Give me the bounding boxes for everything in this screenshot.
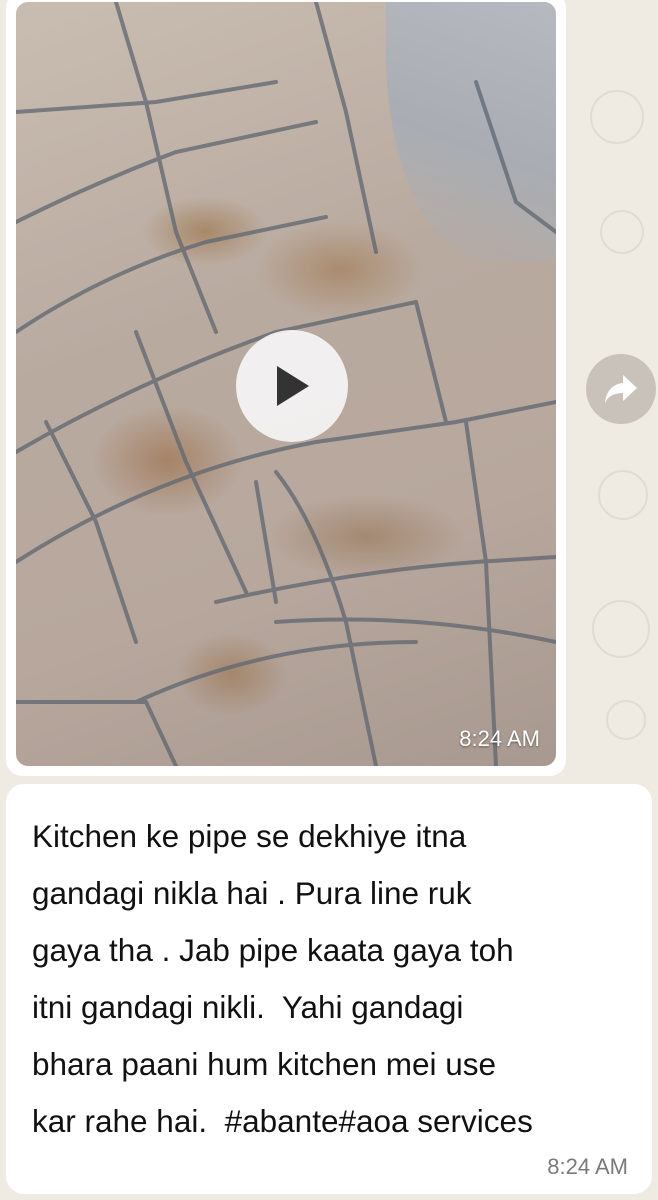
message-line: kar rahe hai. #abante#aoa services [32,1103,533,1139]
forward-button[interactable] [586,354,656,424]
message-line: bhara paani hum kitchen mei use [32,1046,497,1082]
video-message-bubble[interactable]: 8:24 AM [6,0,566,776]
text-message-bubble[interactable]: Kitchen ke pipe se dekhiye itna gandagi … [6,784,652,1194]
play-button[interactable] [236,330,348,442]
wallpaper-doodle [600,210,644,254]
message-line: Kitchen ke pipe se dekhiye itna [32,818,467,854]
play-icon [277,366,309,406]
wallpaper-doodle [598,470,648,520]
video-thumbnail[interactable]: 8:24 AM [16,2,556,766]
message-line: gaya tha . Jab pipe kaata gaya toh [32,932,514,968]
message-line: gandagi nikla hai . Pura line ruk [32,875,472,911]
message-text: Kitchen ke pipe se dekhiye itna gandagi … [32,808,632,1150]
message-line: itni gandagi nikli. Yahi gandagi [32,989,464,1025]
message-timestamp: 8:24 AM [547,1154,628,1179]
wallpaper-doodle [590,90,644,144]
forward-icon [605,375,637,403]
video-timestamp: 8:24 AM [459,726,540,751]
wallpaper-doodle [606,700,646,740]
wallpaper-doodle [592,600,650,658]
